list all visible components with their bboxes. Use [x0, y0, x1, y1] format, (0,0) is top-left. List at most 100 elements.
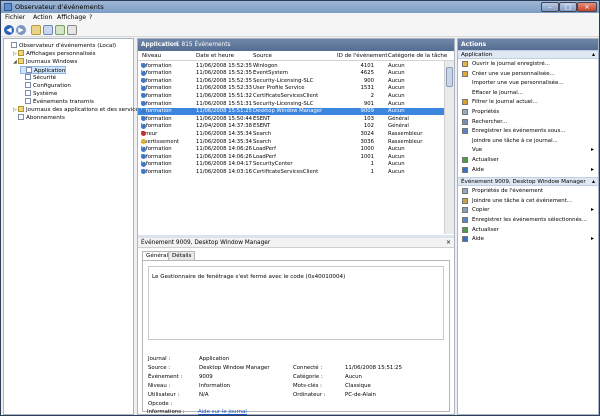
- folder-up-icon[interactable]: [31, 25, 41, 35]
- tree-item[interactable]: ▷ Affichages personnalisés: [13, 50, 96, 58]
- action-label: Filtrer le journal actuel...: [472, 99, 538, 106]
- event-category: Aucun: [388, 161, 405, 168]
- menu-action[interactable]: Action: [33, 14, 52, 21]
- event-row[interactable]: Information 11/06/2008 15:52:35 Winlogon 41…: [138, 62, 444, 70]
- online-help-link[interactable]: Aide sur le journal: [198, 409, 247, 415]
- action-item[interactable]: Actualiser: [458, 226, 598, 235]
- tree-item[interactable]: Système: [20, 90, 57, 98]
- menu-fichier[interactable]: Fichier: [5, 14, 25, 21]
- center-pane: Application 1 815 Événements Niveau Date…: [137, 38, 455, 415]
- log-icon: [25, 82, 31, 88]
- action-item[interactable]: Joindre une tâche à cet événement...: [458, 197, 598, 206]
- maximize-button[interactable]: □: [559, 2, 577, 12]
- action-item[interactable]: Effacer le journal...: [458, 89, 598, 98]
- action-item[interactable]: Copier ▸: [458, 206, 598, 215]
- folder-icon: [18, 106, 24, 112]
- event-row[interactable]: Information 11/06/2008 15:51:31 Security-L…: [138, 100, 444, 108]
- tree-item[interactable]: Configuration: [20, 82, 71, 90]
- event-row[interactable]: Information 11/06/2008 14:06:26 LoadPerf 10…: [138, 153, 444, 161]
- action-item[interactable]: Joindre une tâche à ce journal...: [458, 137, 598, 146]
- event-row[interactable]: Information 11/06/2008 15:52:33 User Profi…: [138, 85, 444, 93]
- column-event-id[interactable]: ID de l'événement: [337, 53, 388, 59]
- tree-item[interactable]: ◢ Journaux Windows: [13, 58, 77, 66]
- menu-help[interactable]: ?: [89, 14, 92, 21]
- events-scrollbar[interactable]: [444, 61, 454, 234]
- forward-arrow-icon[interactable]: ▶: [16, 25, 26, 35]
- back-arrow-icon[interactable]: ◀: [4, 25, 14, 35]
- column-date[interactable]: Date et heure: [196, 53, 234, 59]
- detail-close-icon[interactable]: ×: [446, 239, 451, 246]
- column-category[interactable]: Catégorie de la tâche: [388, 53, 447, 59]
- action-item[interactable]: Propriétés: [458, 108, 598, 117]
- detail-body: Le Gestionnaire de fenêtrage s'est fermé…: [142, 260, 450, 412]
- label-motscles: Mots-clés :: [293, 383, 322, 389]
- column-niveau[interactable]: Niveau: [142, 53, 161, 59]
- action-item[interactable]: Ouvrir le journal enregistré...: [458, 60, 598, 69]
- tree-item[interactable]: Abonnements: [13, 114, 65, 122]
- event-row[interactable]: Information 11/06/2008 15:51:25 Desktop Wi…: [138, 107, 444, 116]
- help-icon[interactable]: [55, 25, 65, 35]
- label-categorie: Catégorie :: [293, 374, 323, 380]
- scrollbar-thumb[interactable]: [446, 67, 453, 87]
- event-row[interactable]: Information 11/06/2008 14:04:17 SecurityCe…: [138, 161, 444, 169]
- action-label: Enregistrer les événements sélectionnés.…: [472, 217, 587, 223]
- action-item[interactable]: Aide ▸: [458, 235, 598, 244]
- submenu-arrow-icon: ▸: [590, 206, 594, 214]
- show-hide-console-tree-icon[interactable]: [43, 25, 53, 35]
- event-row[interactable]: Information 12/04/2008 14:37:38 ESENT 102 Gé…: [138, 123, 444, 131]
- tab-details[interactable]: Détails: [168, 251, 196, 260]
- actions-section-event[interactable]: Événement 9009, Desktop Window Manager ▴: [458, 177, 598, 187]
- log-header: Application 1 815 Événements: [138, 39, 454, 51]
- action-item[interactable]: Aide ▸: [458, 166, 598, 175]
- action-item[interactable]: Vue ▸: [458, 146, 598, 155]
- actions-header: Actions: [458, 39, 598, 50]
- event-row[interactable]: Information 11/06/2008 15:52:35 Security-L…: [138, 77, 444, 85]
- event-row[interactable]: Information 11/06/2008 15:51:32 Certificat…: [138, 92, 444, 100]
- events-grid: Information 11/06/2008 15:52:35 Winlogon 41…: [138, 61, 444, 234]
- actions-section-application[interactable]: Application ▴: [458, 50, 598, 59]
- tree-item[interactable]: Sécurité: [20, 74, 56, 82]
- event-row[interactable]: Avertissement 11/06/2008 14:35:34 Search 30…: [138, 138, 444, 146]
- tree-item[interactable]: Observateur d'événements (Local): [6, 42, 116, 50]
- detail-header: Événement 9009, Desktop Window Manager ×: [138, 238, 454, 248]
- event-row[interactable]: Information 11/06/2008 15:52:35 EventSyste…: [138, 70, 444, 78]
- tree-item-label: Journaux Windows: [26, 59, 78, 65]
- action-label: Joindre une tâche à ce journal...: [472, 137, 558, 144]
- action-item[interactable]: Propriétés de l'événement: [458, 187, 598, 196]
- event-viewer-app-icon: [4, 3, 12, 11]
- event-message-box[interactable]: Le Gestionnaire de fenêtrage s'est fermé…: [148, 266, 444, 340]
- close-button[interactable]: ×: [577, 2, 597, 12]
- event-category: Aucun: [388, 108, 405, 115]
- tree-item[interactable]: Application: [20, 66, 67, 74]
- action-item[interactable]: Rechercher...: [458, 118, 598, 127]
- event-id: 1: [370, 161, 374, 168]
- action-item[interactable]: Enregistrer les événements sous...: [458, 127, 598, 136]
- show-hide-action-pane-icon[interactable]: [67, 25, 77, 35]
- action-item[interactable]: Créer une vue personnalisée...: [458, 70, 598, 79]
- tree-item[interactable]: ▷ Journaux des applications et des servic…: [13, 106, 142, 114]
- console-tree: Observateur d'événements (Local) ▷ Afficha…: [3, 38, 142, 415]
- column-source[interactable]: Source: [253, 53, 272, 59]
- event-category: Aucun: [388, 77, 405, 84]
- action-icon: [462, 90, 468, 96]
- title-bar[interactable]: Observateur d'événements – □ ×: [1, 1, 599, 13]
- action-item[interactable]: Enregistrer les événements sélectionnés.…: [458, 216, 598, 225]
- value-evenement: 9009: [199, 374, 213, 380]
- minimize-button[interactable]: –: [541, 2, 559, 12]
- event-row[interactable]: Information 11/06/2008 14:06:26 LoadPerf 10…: [138, 146, 444, 154]
- event-count: 1 815 Événements: [176, 42, 231, 48]
- collapse-icon[interactable]: ▴: [592, 51, 595, 58]
- action-item[interactable]: Filtrer le journal actuel...: [458, 98, 598, 107]
- menu-affichage[interactable]: Affichage: [57, 14, 86, 21]
- tree-item[interactable]: Événements transmis: [20, 98, 94, 106]
- action-item[interactable]: Importer une vue personnalisée...: [458, 79, 598, 88]
- event-row[interactable]: Information 11/06/2008 14:03:16 Certificat…: [138, 168, 444, 176]
- collapse-icon[interactable]: ▴: [592, 178, 595, 185]
- action-label: Vue: [472, 147, 483, 154]
- action-label: Ouvrir le journal enregistré...: [472, 61, 550, 67]
- action-item[interactable]: Actualiser: [458, 156, 598, 165]
- label-source: Source :: [148, 365, 171, 371]
- event-row[interactable]: Erreur 11/06/2008 14:35:34 Search 3024 Rasse…: [138, 130, 444, 138]
- event-row[interactable]: Information 11/06/2008 15:50:44 ESENT 103 Gé…: [138, 115, 444, 123]
- event-category: Général: [388, 123, 409, 130]
